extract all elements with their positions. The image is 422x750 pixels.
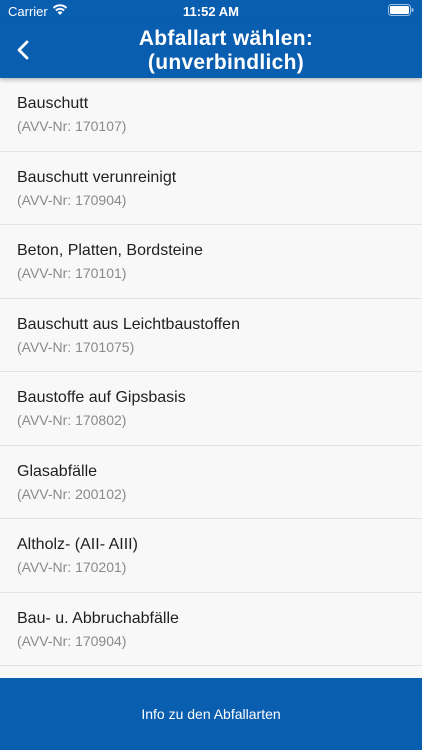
page-title-line1: Abfallart wählen: (138, 27, 314, 50)
chevron-left-icon (17, 40, 29, 60)
info-waste-types-button[interactable]: Info zu den Abfallarten (0, 678, 422, 750)
waste-type-name: Bau- u. Abbruchabfälle (17, 609, 179, 627)
waste-type-code: (AVV-Nr: 170802) (17, 412, 127, 428)
waste-type-name: Beton, Platten, Bordsteine (17, 242, 203, 259)
waste-type-item-bauschutt[interactable]: Bauschutt (AVV-Nr: 170107) (0, 78, 422, 152)
waste-type-list: Bauschutt (AVV-Nr: 170107) Bauschutt ver… (0, 78, 422, 678)
waste-type-item-beton[interactable]: Beton, Platten, Bordsteine (AVV-Nr: 1701… (0, 225, 422, 299)
waste-type-item-bauschutt-verunreinigt[interactable]: Bauschutt verunreinigt (AVV-Nr: 170904) (0, 152, 422, 225)
waste-type-name: Bauschutt aus Leichtbaustoffen (17, 315, 240, 333)
waste-type-code: (AVV-Nr: 170904) (17, 632, 127, 649)
waste-type-name: Altholz- (AII- AIII) (17, 536, 138, 553)
waste-type-item-altholz[interactable]: Altholz- (AII- AIII) (AVV-Nr: 170201) (0, 519, 422, 593)
waste-type-name: Glasabfälle (17, 462, 98, 480)
page-title: Abfallart wählen: (unverbindlich) (60, 27, 392, 75)
waste-type-name: Baustoffe auf Gipsbasis (17, 389, 186, 406)
waste-type-code: (AVV-Nr: 170201) (17, 559, 127, 575)
clock-time: 11:52 AM (183, 4, 239, 19)
waste-type-item-leichtbaustoffe[interactable]: Bauschutt aus Leichtbaustoffen (AVV-Nr: … (0, 299, 422, 372)
battery-icon (388, 4, 414, 19)
waste-type-item-abbruchabfaelle[interactable]: Bau- u. Abbruchabfälle (AVV-Nr: 170904) (0, 593, 422, 666)
waste-type-item-gipsbasis[interactable]: Baustoffe auf Gipsbasis (AVV-Nr: 170802) (0, 372, 422, 446)
waste-type-name: Bauschutt verunreinigt (17, 168, 177, 186)
waste-type-code: (AVV-Nr: 170904) (17, 191, 127, 208)
waste-type-name: Bauschutt (17, 95, 89, 112)
waste-type-code: (AVV-Nr: 170107) (17, 118, 127, 134)
navigation-bar: Abfallart wählen: (unverbindlich) (0, 22, 422, 78)
waste-type-code: (AVV-Nr: 200102) (17, 485, 127, 502)
status-bar: Carrier 11:52 AM (0, 0, 422, 22)
page-title-line2: (unverbindlich) (147, 51, 305, 74)
back-button[interactable] (10, 36, 38, 64)
waste-type-code: (AVV-Nr: 170101) (17, 265, 127, 281)
waste-type-item-glasabfaelle[interactable]: Glasabfälle (AVV-Nr: 200102) (0, 446, 422, 519)
waste-type-code: (AVV-Nr: 1701075) (17, 338, 135, 355)
